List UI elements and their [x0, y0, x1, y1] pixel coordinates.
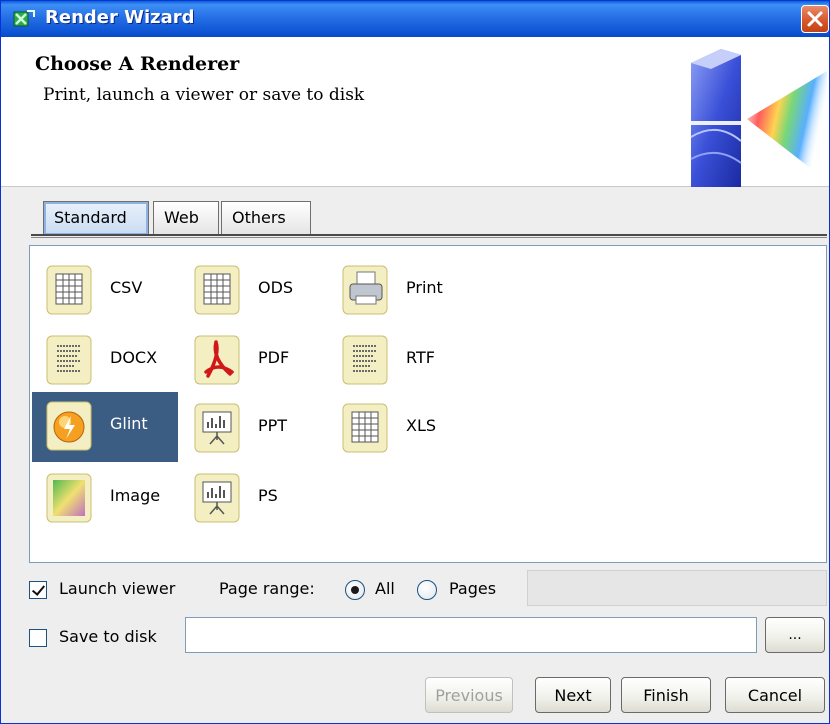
- glint-icon: [46, 401, 92, 451]
- renderer-rtf[interactable]: RTF: [328, 326, 478, 394]
- save-to-disk-checkbox[interactable]: [29, 629, 47, 647]
- cancel-label: Cancel: [747, 686, 803, 705]
- renderer-ps[interactable]: PS: [180, 464, 320, 532]
- renderer-ods[interactable]: ODS: [180, 256, 320, 324]
- page-range-pages-label[interactable]: Pages: [449, 579, 496, 598]
- pdf-icon: [194, 335, 240, 385]
- wizard-icon: [13, 10, 35, 27]
- page-range-all-label[interactable]: All: [375, 579, 395, 598]
- pages-input[interactable]: [527, 570, 827, 606]
- presentation-icon: [194, 473, 240, 523]
- browse-button[interactable]: ...: [765, 617, 825, 653]
- spreadsheet-icon: [194, 265, 240, 315]
- image-icon: [46, 473, 92, 523]
- tab-label: Others: [232, 208, 286, 227]
- window-title: Render Wizard: [45, 7, 195, 28]
- renderer-label: ODS: [258, 278, 294, 297]
- renderer-list: CSV ODS Print DOCX PDF RTF Glint PPT XLS…: [29, 245, 827, 563]
- close-button[interactable]: [801, 5, 829, 33]
- renderer-label: Print: [406, 278, 443, 297]
- renderer-label: XLS: [406, 416, 437, 435]
- renderer-image[interactable]: Image: [32, 464, 178, 532]
- spreadsheet-icon: [342, 403, 388, 453]
- renderer-glint[interactable]: Glint: [32, 392, 178, 462]
- renderer-label: PPT: [258, 416, 288, 435]
- tab-label: Standard: [54, 208, 127, 227]
- page-range-label: Page range:: [219, 579, 315, 598]
- save-to-disk-label[interactable]: Save to disk: [59, 627, 157, 646]
- browse-label: ...: [788, 627, 802, 643]
- tab-web[interactable]: Web: [153, 201, 219, 235]
- close-icon: [807, 11, 823, 27]
- launch-viewer-label[interactable]: Launch viewer: [59, 579, 175, 598]
- page-subtitle: Print, launch a viewer or save to disk: [43, 85, 365, 105]
- renderer-label: CSV: [110, 278, 143, 297]
- renderer-label: RTF: [406, 348, 435, 367]
- renderer-docx[interactable]: DOCX: [32, 326, 178, 394]
- previous-button[interactable]: Previous: [425, 677, 513, 713]
- next-button[interactable]: Next: [535, 677, 611, 713]
- save-path-input[interactable]: [185, 617, 757, 653]
- tab-label: Web: [164, 208, 199, 227]
- printer-icon: [342, 265, 388, 315]
- tab-divider: [31, 234, 827, 236]
- render-wizard-window: Render Wizard Choose A Renderer Print, l…: [0, 0, 830, 724]
- tab-others[interactable]: Others: [221, 201, 311, 235]
- document-icon: [46, 335, 92, 385]
- renderer-label: DOCX: [110, 348, 158, 367]
- renderer-label: Glint: [110, 414, 148, 433]
- prism-logo: [677, 49, 827, 187]
- renderer-label: Image: [110, 486, 161, 505]
- renderer-label: PS: [258, 486, 278, 505]
- renderer-csv[interactable]: CSV: [32, 256, 178, 324]
- document-icon: [342, 335, 388, 385]
- page-title: Choose A Renderer: [35, 53, 240, 75]
- page-range-all-radio[interactable]: [345, 580, 365, 600]
- tab-divider: [31, 237, 827, 238]
- cancel-button[interactable]: Cancel: [725, 677, 825, 713]
- tab-standard[interactable]: Standard: [43, 201, 149, 235]
- renderer-pdf[interactable]: PDF: [180, 326, 320, 394]
- renderer-ppt[interactable]: PPT: [180, 394, 320, 462]
- renderer-xls[interactable]: XLS: [328, 394, 478, 462]
- previous-label: Previous: [435, 686, 503, 705]
- renderer-label: PDF: [258, 348, 290, 367]
- presentation-icon: [194, 403, 240, 453]
- launch-viewer-checkbox[interactable]: [29, 581, 47, 599]
- finish-button[interactable]: Finish: [621, 677, 711, 713]
- finish-label: Finish: [643, 686, 689, 705]
- spreadsheet-icon: [46, 265, 92, 315]
- title-bar[interactable]: Render Wizard: [1, 1, 829, 37]
- next-label: Next: [554, 686, 592, 705]
- page-range-pages-radio[interactable]: [417, 580, 437, 600]
- renderer-print[interactable]: Print: [328, 256, 478, 324]
